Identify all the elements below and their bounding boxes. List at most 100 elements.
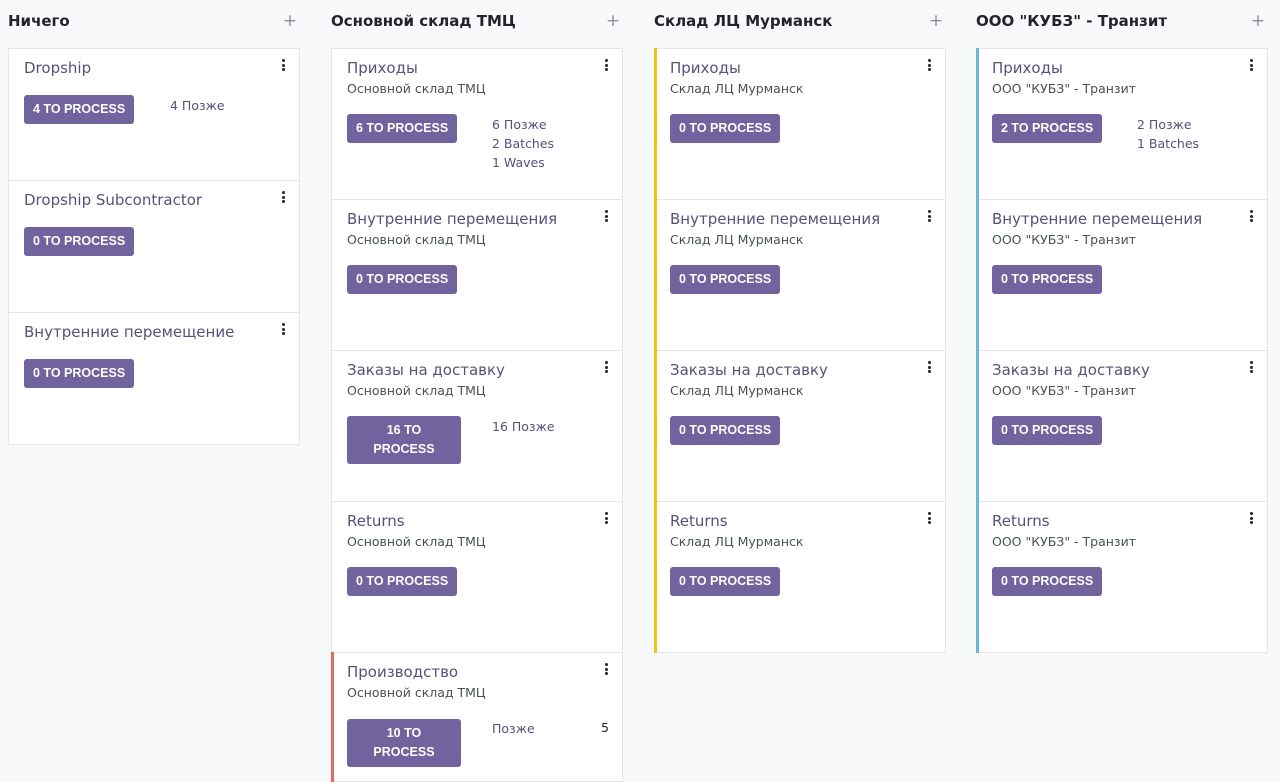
to-process-button[interactable]: 0 TO PROCESS	[992, 416, 1103, 445]
column-header: ООО "КУБЗ" - Транзит +	[976, 0, 1268, 42]
column-header: Склад ЛЦ Мурманск +	[654, 0, 946, 42]
card-title[interactable]: Заказы на доставку	[670, 361, 828, 379]
status-accent-bar	[976, 199, 979, 351]
card-title[interactable]: Заказы на доставку	[992, 361, 1150, 379]
batches-link[interactable]: 2 Batches	[492, 134, 554, 153]
late-link[interactable]: 16 Позже	[492, 417, 555, 436]
kanban-column-kubz-transit: ООО "КУБЗ" - Транзит +	[976, 0, 1268, 42]
kanban-column-murmansk: Склад ЛЦ Мурманск +	[654, 0, 946, 42]
operation-card-internal-transfers[interactable]: Внутренние перемещения Склад ЛЦ Мурманск…	[654, 199, 946, 351]
kebab-menu-icon[interactable]	[925, 208, 933, 224]
kebab-menu-icon[interactable]	[1247, 57, 1255, 73]
operation-card-returns[interactable]: Returns Склад ЛЦ Мурманск 0 TO PROCESS	[654, 501, 946, 653]
to-process-button[interactable]: 0 TO PROCESS	[992, 567, 1103, 596]
card-subtitle: Склад ЛЦ Мурманск	[670, 81, 804, 96]
card-title[interactable]: Внутренние перемещение	[24, 323, 234, 341]
kanban-column-none: Ничего +	[8, 0, 300, 42]
batches-link[interactable]: 1 Batches	[1137, 134, 1199, 153]
column-title: Основной склад ТМЦ	[331, 12, 516, 30]
operation-card-receipts[interactable]: Приходы Склад ЛЦ Мурманск 0 TO PROCESS	[654, 48, 946, 200]
to-process-button[interactable]: 0 TO PROCESS	[670, 416, 781, 445]
kebab-menu-icon[interactable]	[925, 359, 933, 375]
card-title[interactable]: Dropship Subcontractor	[24, 191, 202, 209]
card-links: 6 Позже 2 Batches 1 Waves	[492, 115, 554, 172]
operation-card-returns[interactable]: Returns ООО "КУБЗ" - Транзит 0 TO PROCES…	[976, 501, 1268, 653]
waves-link[interactable]: 1 Waves	[492, 153, 554, 172]
status-accent-bar	[654, 48, 657, 200]
card-title[interactable]: Приходы	[992, 59, 1063, 77]
operation-card-internal-transfer[interactable]: Внутренние перемещение 0 TO PROCESS	[8, 312, 300, 445]
operation-card-internal-transfers[interactable]: Внутренние перемещения Основной склад ТМ…	[331, 199, 623, 351]
operation-card-returns[interactable]: Returns Основной склад ТМЦ 0 TO PROCESS	[331, 501, 623, 653]
add-icon[interactable]: +	[280, 12, 300, 30]
card-title[interactable]: Returns	[347, 512, 405, 530]
card-title[interactable]: Приходы	[670, 59, 741, 77]
kebab-menu-icon[interactable]	[279, 57, 287, 73]
to-process-button[interactable]: 0 TO PROCESS	[24, 359, 135, 388]
card-subtitle: Склад ЛЦ Мурманск	[670, 232, 804, 247]
to-process-button[interactable]: 0 TO PROCESS	[347, 265, 458, 294]
card-subtitle: Основной склад ТМЦ	[347, 81, 486, 96]
card-title[interactable]: Внутренние перемещения	[670, 210, 880, 228]
operation-card-manufacturing[interactable]: Производство Основной склад ТМЦ 10 TO PR…	[331, 652, 623, 782]
add-icon[interactable]: +	[603, 12, 623, 30]
card-subtitle: ООО "КУБЗ" - Транзит	[992, 383, 1136, 398]
card-title[interactable]: Приходы	[347, 59, 418, 77]
to-process-button[interactable]: 0 TO PROCESS	[992, 265, 1103, 294]
card-links: 4 Позже	[170, 96, 225, 115]
kebab-menu-icon[interactable]	[925, 510, 933, 526]
late-count[interactable]: 5	[601, 720, 609, 735]
operation-card-dropship-subcontractor[interactable]: Dropship Subcontractor 0 TO PROCESS	[8, 180, 300, 313]
late-link[interactable]: 4 Позже	[170, 96, 225, 115]
late-link[interactable]: Позже	[492, 719, 535, 738]
kebab-menu-icon[interactable]	[279, 189, 287, 205]
operation-card-receipts[interactable]: Приходы ООО "КУБЗ" - Транзит 2 TO PROCES…	[976, 48, 1268, 200]
kebab-menu-icon[interactable]	[602, 208, 610, 224]
card-title[interactable]: Внутренние перемещения	[347, 210, 557, 228]
column-header: Ничего +	[8, 0, 300, 42]
kebab-menu-icon[interactable]	[602, 359, 610, 375]
to-process-button[interactable]: 16 TO PROCESS	[347, 416, 461, 464]
column-title: Ничего	[8, 12, 70, 30]
to-process-button[interactable]: 2 TO PROCESS	[992, 114, 1103, 143]
kebab-menu-icon[interactable]	[925, 57, 933, 73]
kebab-menu-icon[interactable]	[602, 661, 610, 677]
card-title[interactable]: Dropship	[24, 59, 91, 77]
to-process-button[interactable]: 0 TO PROCESS	[670, 567, 781, 596]
status-accent-bar	[331, 652, 334, 782]
to-process-button[interactable]: 4 TO PROCESS	[24, 95, 135, 124]
to-process-button[interactable]: 0 TO PROCESS	[670, 114, 781, 143]
kebab-menu-icon[interactable]	[602, 57, 610, 73]
card-title[interactable]: Заказы на доставку	[347, 361, 505, 379]
late-link[interactable]: 6 Позже	[492, 115, 554, 134]
operation-card-delivery-orders[interactable]: Заказы на доставку Склад ЛЦ Мурманск 0 T…	[654, 350, 946, 502]
operation-card-delivery-orders[interactable]: Заказы на доставку Основной склад ТМЦ 16…	[331, 350, 623, 502]
kebab-menu-icon[interactable]	[279, 321, 287, 337]
late-link[interactable]: 2 Позже	[1137, 115, 1199, 134]
operation-card-dropship[interactable]: Dropship 4 TO PROCESS 4 Позже	[8, 48, 300, 181]
add-icon[interactable]: +	[1248, 12, 1268, 30]
to-process-button[interactable]: 0 TO PROCESS	[670, 265, 781, 294]
card-subtitle: Основной склад ТМЦ	[347, 383, 486, 398]
to-process-button[interactable]: 0 TO PROCESS	[24, 227, 135, 256]
card-title[interactable]: Внутренние перемещения	[992, 210, 1202, 228]
kebab-menu-icon[interactable]	[1247, 359, 1255, 375]
card-subtitle: Основной склад ТМЦ	[347, 685, 486, 700]
add-icon[interactable]: +	[926, 12, 946, 30]
to-process-button[interactable]: 10 TO PROCESS	[347, 719, 461, 767]
card-title[interactable]: Returns	[670, 512, 728, 530]
operation-card-delivery-orders[interactable]: Заказы на доставку ООО "КУБЗ" - Транзит …	[976, 350, 1268, 502]
card-subtitle: ООО "КУБЗ" - Транзит	[992, 81, 1136, 96]
to-process-button[interactable]: 6 TO PROCESS	[347, 114, 458, 143]
kebab-menu-icon[interactable]	[1247, 510, 1255, 526]
column-title: ООО "КУБЗ" - Транзит	[976, 12, 1168, 30]
card-title[interactable]: Returns	[992, 512, 1050, 530]
operation-card-internal-transfers[interactable]: Внутренние перемещения ООО "КУБЗ" - Тран…	[976, 199, 1268, 351]
kebab-menu-icon[interactable]	[1247, 208, 1255, 224]
kebab-menu-icon[interactable]	[602, 510, 610, 526]
card-title[interactable]: Производство	[347, 663, 458, 681]
operation-card-receipts[interactable]: Приходы Основной склад ТМЦ 6 TO PROCESS …	[331, 48, 623, 200]
status-accent-bar	[976, 350, 979, 502]
to-process-button[interactable]: 0 TO PROCESS	[347, 567, 458, 596]
status-accent-bar	[976, 501, 979, 653]
